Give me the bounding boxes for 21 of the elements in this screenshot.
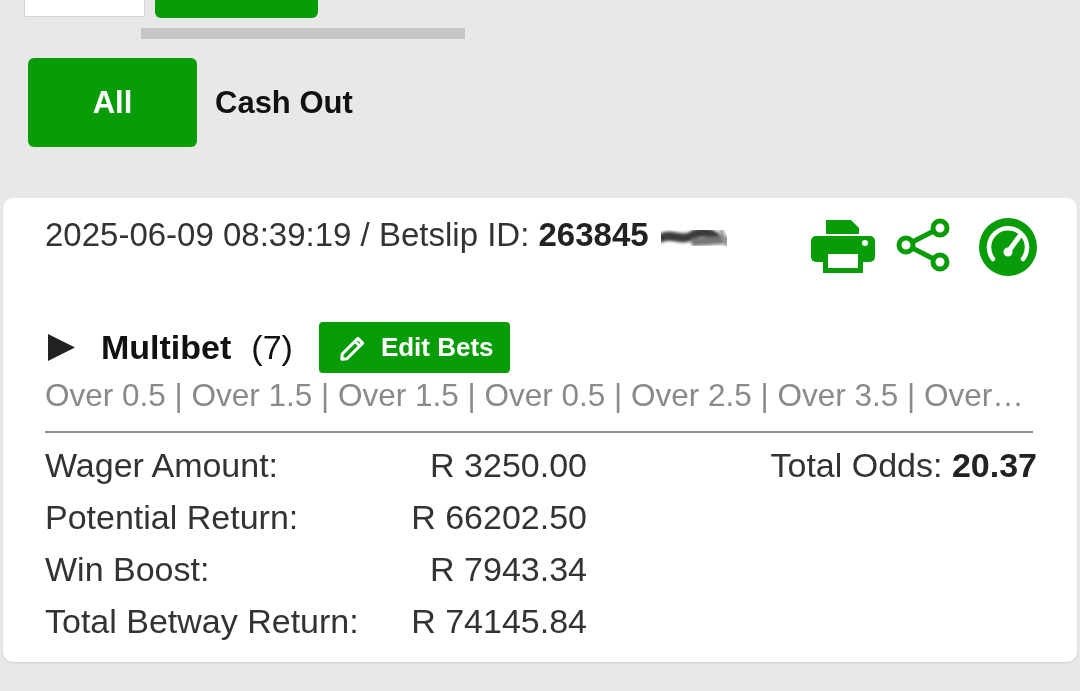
summary-value: R 74145.84 [411, 601, 587, 642]
filter-tab[interactable]: Cash Out [215, 82, 353, 123]
share-icon[interactable] [896, 218, 950, 272]
total-odds: Total Odds: 20.37 [770, 445, 1037, 486]
summary-label: Total Betway Return: [45, 601, 360, 642]
filter-tab[interactable]: All [28, 58, 197, 147]
expand-triangle-icon[interactable] [48, 334, 75, 361]
summary-value: R 66202.50 [411, 497, 587, 538]
selections-summary: Over 0.5 | Over 1.5 | Over 1.5 | Over 0.5 | Over 2.5 | Over 3.5 | Over… [45, 376, 1025, 414]
betslip-info: 2025-06-09 08:39:19 / Betslip ID: 263845 [45, 215, 649, 255]
speedometer-icon[interactable] [979, 218, 1037, 276]
bet-type-title: Multibet [101, 328, 232, 367]
printer-icon[interactable] [811, 218, 875, 274]
edit-bets-button[interactable]: Edit Bets [318, 322, 510, 373]
summary-label: Win Boost: [45, 549, 211, 590]
summary-label: Potential Return: [45, 497, 300, 538]
selection-count: (7) [251, 328, 293, 367]
summary-value: R 7943.34 [430, 549, 587, 590]
input-field[interactable] [24, 0, 145, 17]
summary-label: Wager Amount: [45, 445, 280, 486]
summary-value: R 3250.00 [430, 445, 587, 486]
